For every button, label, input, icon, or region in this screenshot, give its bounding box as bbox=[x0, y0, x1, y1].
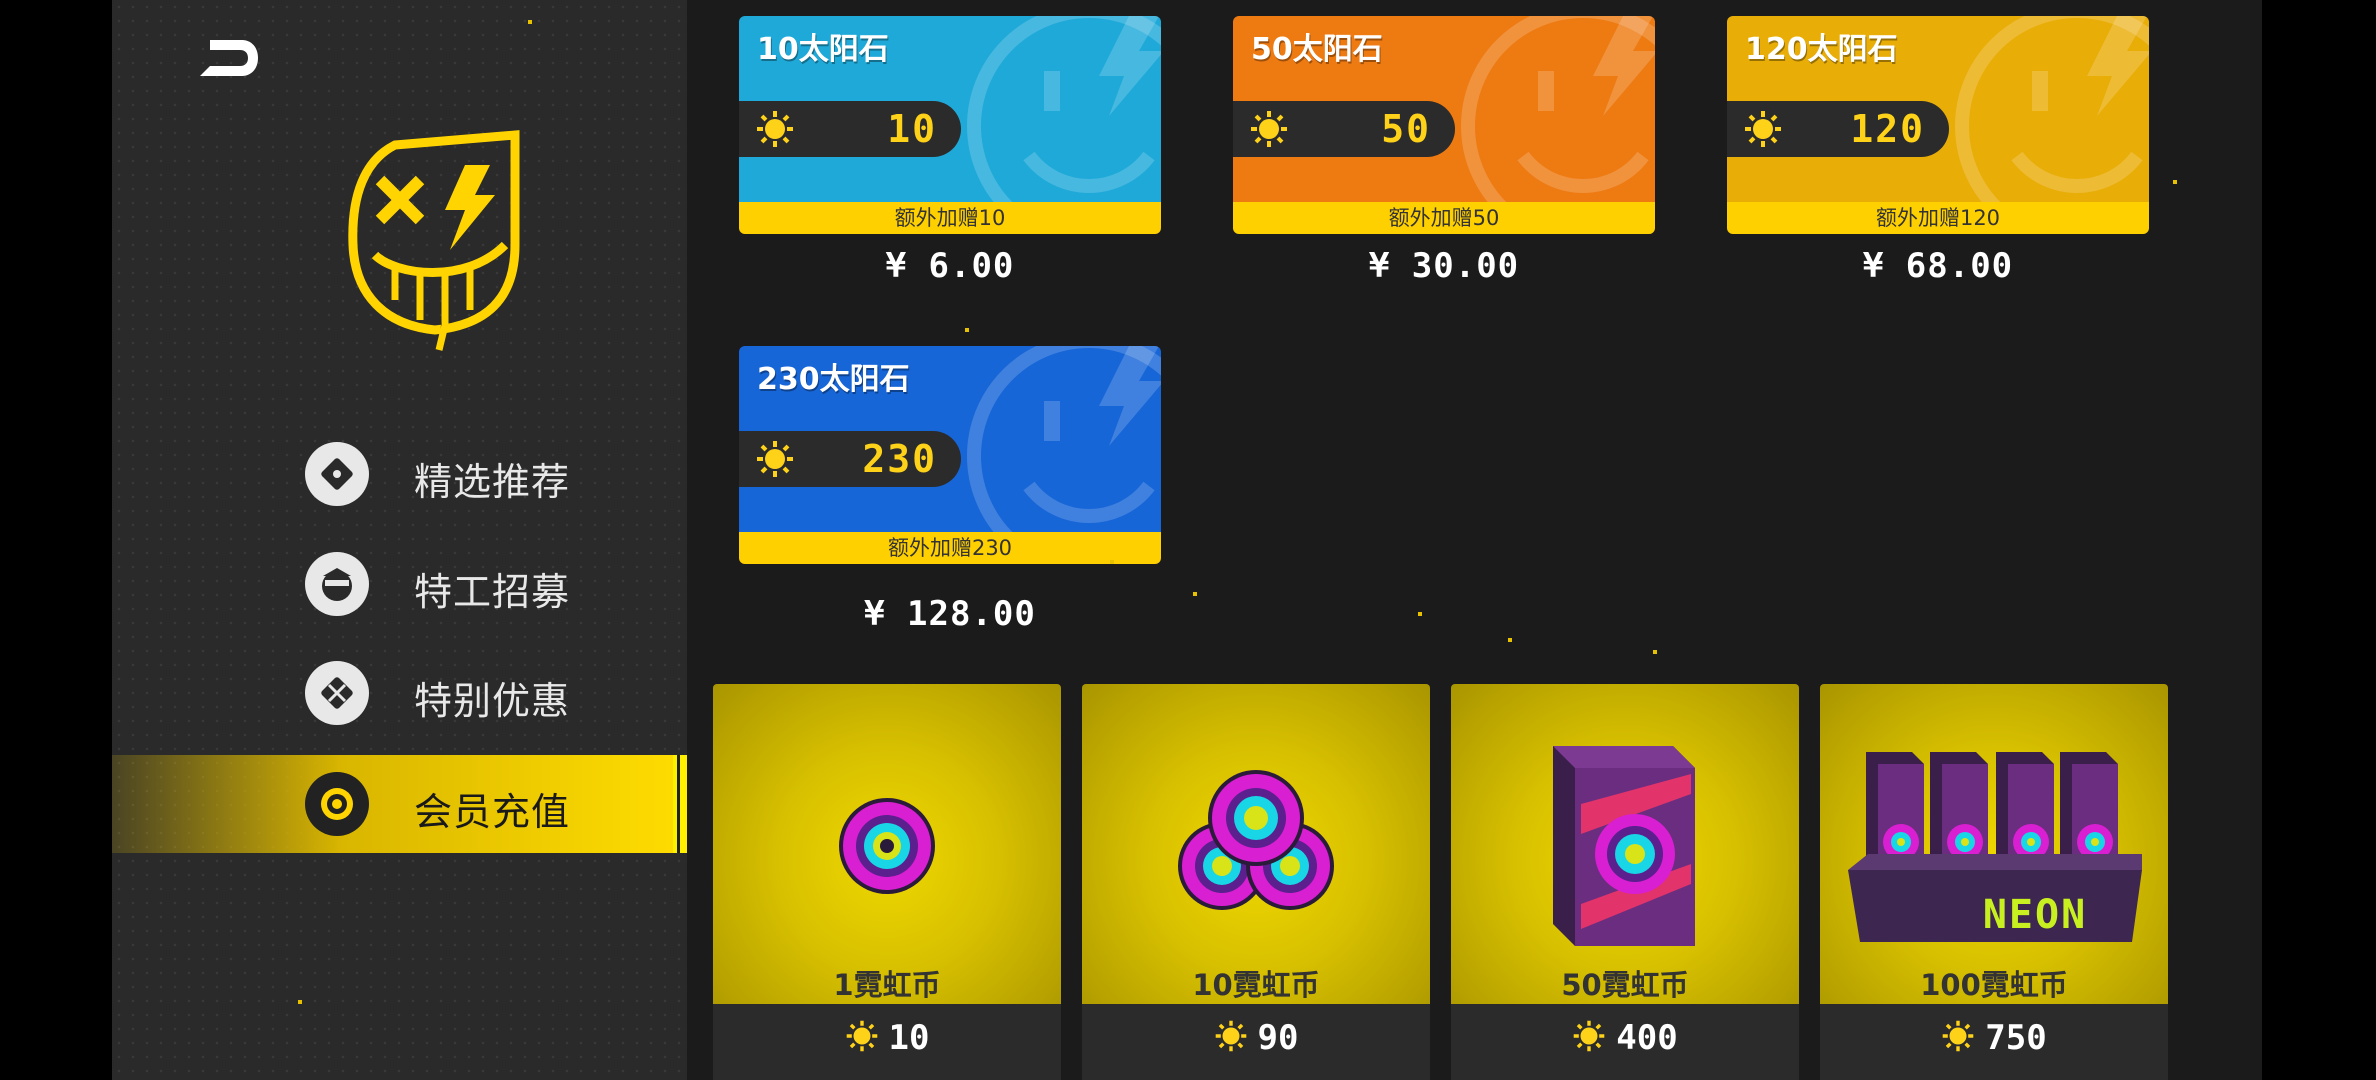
pack-name: 10霓虹币 bbox=[1192, 968, 1320, 1002]
decorative-spark bbox=[965, 328, 969, 332]
decorative-spark bbox=[298, 1000, 302, 1004]
sidebar-item-special-offer[interactable]: 特别优惠 bbox=[112, 644, 687, 742]
pack-price: ¥ 128.00 bbox=[864, 594, 1036, 634]
sidebar-item-agent-recruit[interactable]: 特工招募 bbox=[112, 535, 687, 633]
sidebar-item-label: 特工招募 bbox=[414, 570, 571, 614]
pack-cost: 750 bbox=[1820, 1018, 2168, 1058]
ticket-cross-icon bbox=[305, 661, 369, 725]
pack-price: ¥ 30.00 bbox=[1368, 246, 1520, 286]
back-button[interactable] bbox=[196, 36, 260, 80]
sidebar-item-label: 特别优惠 bbox=[414, 679, 571, 723]
pack-title: 120太阳石 bbox=[1745, 32, 1898, 67]
cost-value: 10 bbox=[888, 1018, 930, 1058]
decorative-spark bbox=[1110, 560, 1114, 564]
decorative-spark bbox=[1653, 650, 1657, 654]
cost-value: 90 bbox=[1257, 1018, 1299, 1058]
sunstone-icon bbox=[846, 1020, 877, 1052]
agent-face-icon bbox=[305, 552, 369, 616]
pack-amount: 50 bbox=[1381, 107, 1431, 151]
sunstone-icon bbox=[1745, 111, 1781, 147]
sidebar-item-label: 精选推荐 bbox=[414, 460, 571, 504]
amount-pill: 120 bbox=[1727, 101, 1949, 157]
pack-cost: 400 bbox=[1451, 1018, 1799, 1058]
neon-coin-pack-card[interactable]: 10霓虹币 90 bbox=[1082, 684, 1430, 1080]
sunstone-icon bbox=[1215, 1020, 1246, 1052]
pack-price: ¥ 6.00 bbox=[885, 246, 1015, 286]
bonus-strip: 额外加赠10 bbox=[739, 202, 1161, 234]
pack-name: 50霓虹币 bbox=[1561, 968, 1689, 1002]
pack-amount: 230 bbox=[862, 437, 937, 481]
decorative-spark bbox=[2173, 180, 2177, 184]
bonus-strip: 额外加赠230 bbox=[739, 532, 1161, 564]
pack-amount: 120 bbox=[1850, 107, 1925, 151]
active-indicator bbox=[673, 755, 687, 853]
app-screen: 精选推荐 特工招募 特别优惠 会员充值 10太阳石 10 额外加赠10 ¥ 6.… bbox=[0, 0, 2376, 1080]
neon-coin-icon bbox=[839, 798, 935, 894]
left-letterbox bbox=[0, 0, 112, 1080]
sunstone-pack-card[interactable]: 10太阳石 10 额外加赠10 bbox=[739, 16, 1161, 234]
right-letterbox bbox=[2262, 0, 2376, 1080]
back-arrow-icon bbox=[200, 40, 258, 76]
pack-title: 50太阳石 bbox=[1251, 32, 1383, 67]
pack-price: ¥ 68.00 bbox=[1862, 246, 2014, 286]
pack-amount: 10 bbox=[887, 107, 937, 151]
sunstone-pack-card[interactable]: 120太阳石 120 额外加赠120 bbox=[1727, 16, 2149, 234]
neon-coin-stack-icon bbox=[1178, 770, 1334, 910]
sunstone-icon bbox=[1942, 1020, 1974, 1052]
box-label: NEON bbox=[1982, 892, 2088, 938]
smiley-lightning-logo-icon bbox=[348, 130, 520, 351]
pack-cost: 90 bbox=[1082, 1018, 1430, 1058]
coin-target-icon bbox=[305, 772, 369, 836]
sunstone-pack-card[interactable]: 50太阳石 50 额外加赠50 bbox=[1233, 16, 1655, 234]
sunstone-icon bbox=[1251, 111, 1287, 147]
neon-coin-pack-card[interactable]: 50霓虹币 400 bbox=[1451, 684, 1799, 1080]
decorative-spark bbox=[1193, 592, 1197, 596]
cost-bar: 90 bbox=[1082, 1004, 1430, 1080]
cost-bar: 10 bbox=[713, 1004, 1061, 1080]
decorative-spark bbox=[528, 20, 532, 24]
sunstone-pack-card[interactable]: 230太阳石 230 额外加赠230 bbox=[739, 346, 1161, 564]
bonus-strip: 额外加赠50 bbox=[1233, 202, 1655, 234]
decorative-spark bbox=[1418, 612, 1422, 616]
cost-value: 750 bbox=[1985, 1018, 2047, 1058]
sidebar-item-label: 会员充值 bbox=[414, 790, 571, 834]
pack-title: 230太阳石 bbox=[757, 362, 910, 397]
amount-pill: 50 bbox=[1233, 101, 1455, 157]
pack-cost: 10 bbox=[713, 1018, 1061, 1058]
amount-pill: 10 bbox=[739, 101, 961, 157]
pack-title: 10太阳石 bbox=[757, 32, 889, 67]
decorative-spark bbox=[1508, 638, 1512, 642]
sunstone-icon bbox=[1573, 1020, 1605, 1052]
brand-logo bbox=[335, 125, 535, 355]
pack-name: 100霓虹币 bbox=[1920, 968, 2068, 1002]
cost-bar: 750 bbox=[1820, 1004, 2168, 1080]
sunstone-icon bbox=[757, 111, 793, 147]
neon-coin-pack-card[interactable]: NEON 100霓虹币 750 bbox=[1820, 684, 2168, 1080]
amount-pill: 230 bbox=[739, 431, 961, 487]
sidebar-item-featured[interactable]: 精选推荐 bbox=[112, 425, 687, 523]
pack-name: 1霓虹币 bbox=[833, 968, 941, 1002]
cost-bar: 400 bbox=[1451, 1004, 1799, 1080]
neon-coin-box-icon bbox=[1553, 746, 1695, 946]
neon-coin-pack-card[interactable]: 1霓虹币 10 bbox=[713, 684, 1061, 1080]
bonus-strip: 额外加赠120 bbox=[1727, 202, 2149, 234]
ticket-icon bbox=[305, 442, 369, 506]
cost-value: 400 bbox=[1616, 1018, 1678, 1058]
sidebar-item-membership-topup[interactable]: 会员充值 bbox=[112, 755, 687, 853]
sunstone-icon bbox=[757, 441, 793, 477]
